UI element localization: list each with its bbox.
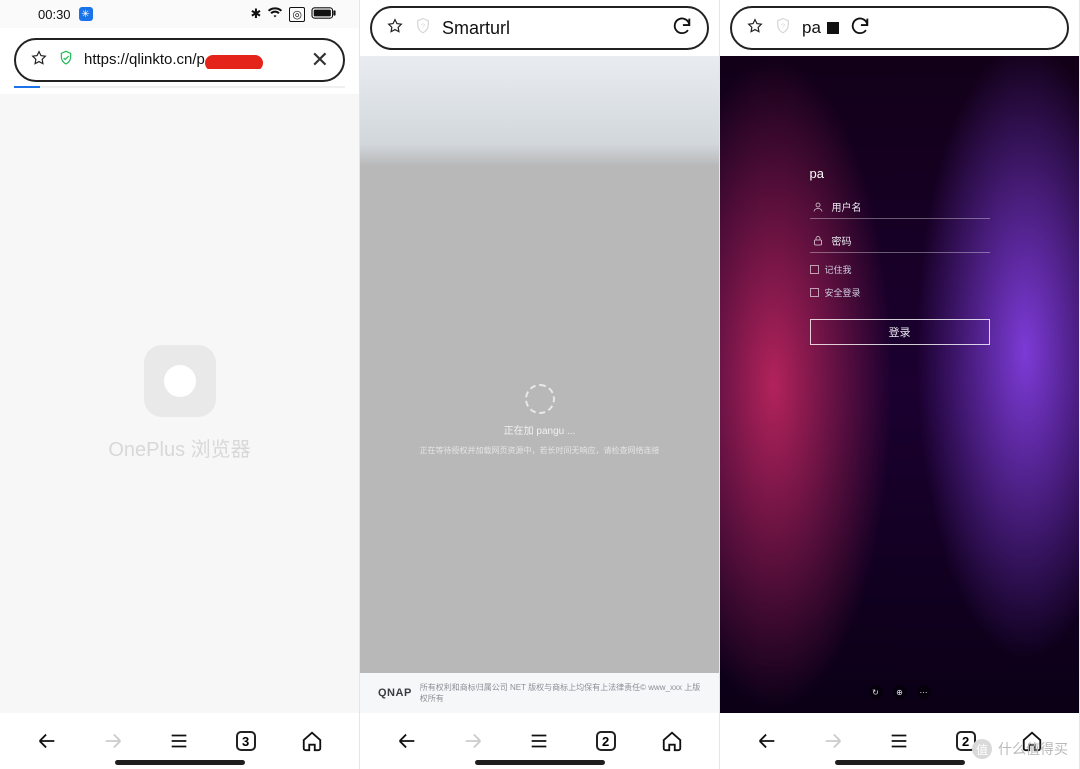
login-title: pa xyxy=(810,166,990,185)
lock-icon xyxy=(812,235,824,247)
remember-me-checkbox[interactable]: 记住我 xyxy=(810,263,990,276)
qnap-logo: QNAP xyxy=(378,687,412,699)
nav-menu-button[interactable] xyxy=(519,730,559,752)
browser-splash-text: OnePlus 浏览器 xyxy=(108,433,250,462)
bluetooth-icon: ✱ xyxy=(250,6,261,22)
nav-home-button[interactable] xyxy=(652,730,692,752)
nav-forward-button[interactable] xyxy=(453,730,493,752)
dot-button-1[interactable]: ↻ xyxy=(869,685,883,699)
battery-icon xyxy=(311,7,337,22)
password-label: 密码 xyxy=(832,233,852,248)
home-indicator[interactable] xyxy=(835,760,965,765)
nav-home-button[interactable] xyxy=(292,730,332,752)
redacted-scribble xyxy=(205,55,263,69)
bluetooth-badge-icon: ✳ xyxy=(79,7,93,21)
login-form: pa 用户名 密码 记住我 安全登录 登录 xyxy=(810,166,990,345)
url-title[interactable]: pa xyxy=(802,18,839,38)
star-icon[interactable] xyxy=(386,17,404,40)
page-content: OnePlus 浏览器 xyxy=(0,94,359,713)
address-bar[interactable]: https://qlinkto.cn/p ✕ xyxy=(14,38,345,82)
svg-text:?: ? xyxy=(421,21,425,30)
url-text[interactable]: https://qlinkto.cn/p xyxy=(84,51,301,68)
nav-menu-button[interactable] xyxy=(159,730,199,752)
tab-count: 3 xyxy=(236,731,256,751)
nav-back-button[interactable] xyxy=(27,730,67,752)
bottom-action-dots: ↻ ⊕ ⋯ xyxy=(869,685,931,699)
tab-count: 2 xyxy=(596,731,616,751)
star-icon[interactable] xyxy=(746,17,764,40)
status-time: 00:30 xyxy=(38,7,71,22)
nav-tabs-button[interactable]: 2 xyxy=(586,731,626,751)
login-button[interactable]: 登录 xyxy=(810,319,990,345)
address-bar[interactable]: ? Smarturl xyxy=(370,6,709,50)
username-label: 用户名 xyxy=(832,199,862,214)
wifi-icon xyxy=(267,5,283,24)
page-content: 正在加 pangu ... 正在等待授权并加载网页资源中，若长时间无响应，请检查… xyxy=(360,56,719,713)
home-indicator[interactable] xyxy=(115,760,245,765)
star-icon[interactable] xyxy=(30,49,48,72)
phone-screenshot-1: 00:30 ✳ ✱ ◎ https://qlink xyxy=(0,0,360,769)
shield-icon: ? xyxy=(774,17,792,40)
home-indicator[interactable] xyxy=(475,760,605,765)
secure-login-checkbox[interactable]: 安全登录 xyxy=(810,286,990,299)
nav-tabs-button[interactable]: 3 xyxy=(226,731,266,751)
qnap-footer-text: 所有权利和商标归属公司 NET 版权与商标上均保有上法律责任© www_xxx … xyxy=(420,682,701,704)
loading-progress-bar xyxy=(14,86,345,88)
qnap-footer: QNAP 所有权利和商标归属公司 NET 版权与商标上均保有上法律责任© www… xyxy=(360,673,719,713)
watermark: 值 什么值得买 xyxy=(972,739,1068,759)
browser-splash-icon xyxy=(144,345,216,417)
loading-text-secondary: 正在等待授权并加载网页资源中，若长时间无响应，请检查网络连接 xyxy=(420,445,660,456)
watermark-icon: 值 xyxy=(972,739,992,759)
loading-text-primary: 正在加 pangu ... xyxy=(504,422,576,437)
watermark-text: 什么值得买 xyxy=(998,739,1068,759)
redacted-block-icon xyxy=(827,22,839,34)
user-icon xyxy=(812,201,824,213)
nav-forward-button[interactable] xyxy=(93,730,133,752)
nav-menu-button[interactable] xyxy=(879,730,919,752)
lock-icon xyxy=(58,50,74,71)
data-icon: ◎ xyxy=(289,7,305,22)
checkbox-icon xyxy=(810,288,819,297)
nav-forward-button[interactable] xyxy=(813,730,853,752)
page-content: pa 用户名 密码 记住我 安全登录 登录 xyxy=(720,56,1079,713)
username-field[interactable]: 用户名 xyxy=(810,195,990,219)
phone-screenshot-3: ? pa pa 用户名 密码 xyxy=(720,0,1080,769)
close-icon[interactable]: ✕ xyxy=(311,47,329,73)
svg-text:?: ? xyxy=(781,21,785,30)
dot-button-3[interactable]: ⋯ xyxy=(917,685,931,699)
address-bar[interactable]: ? pa xyxy=(730,6,1069,50)
phone-screenshot-2: ? Smarturl 正在加 pangu ... 正在等待授权并加载网页资源中，… xyxy=(360,0,720,769)
status-bar: 00:30 ✳ ✱ ◎ xyxy=(0,0,359,28)
shield-icon: ? xyxy=(414,17,432,40)
checkbox-icon xyxy=(810,265,819,274)
qnap-header-image xyxy=(360,56,719,166)
refresh-icon[interactable] xyxy=(671,15,693,42)
refresh-icon[interactable] xyxy=(849,15,871,42)
nav-back-button[interactable] xyxy=(747,730,787,752)
loading-spinner-icon xyxy=(525,384,555,414)
nav-back-button[interactable] xyxy=(387,730,427,752)
dot-button-2[interactable]: ⊕ xyxy=(893,685,907,699)
url-title[interactable]: Smarturl xyxy=(442,18,661,39)
password-field[interactable]: 密码 xyxy=(810,229,990,253)
